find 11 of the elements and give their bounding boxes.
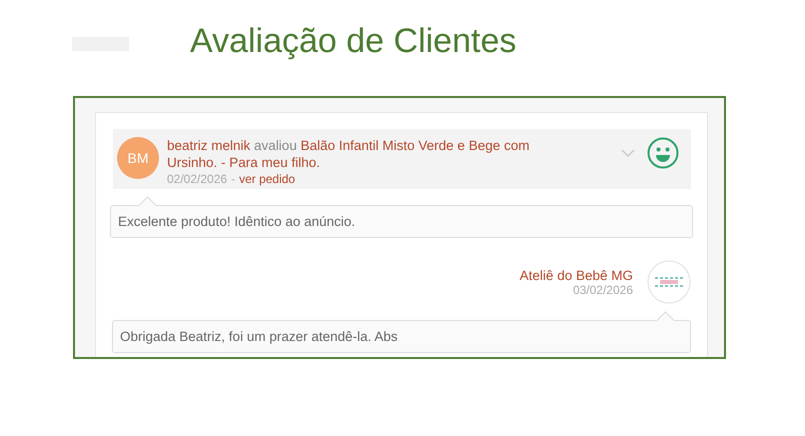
review-summary: beatriz melnik avaliou Balão Infantil Misto Verde e Bege com Ursinho. - Para meu filho. <box>167 137 530 171</box>
chevron-icon[interactable] <box>621 149 635 157</box>
separator: - <box>231 172 236 186</box>
store-name: Ateliê do Bebê MG <box>520 268 633 282</box>
review-date: 02/02/2026 <box>167 172 228 186</box>
order-link[interactable]: ver pedido <box>239 172 296 186</box>
page-title: Avaliação de Clientes <box>190 22 516 60</box>
smiley-icon <box>647 137 679 169</box>
store-logo-icon <box>647 260 691 304</box>
user-avatar: BM <box>117 137 159 179</box>
reply-date: 03/02/2026 <box>572 282 633 296</box>
